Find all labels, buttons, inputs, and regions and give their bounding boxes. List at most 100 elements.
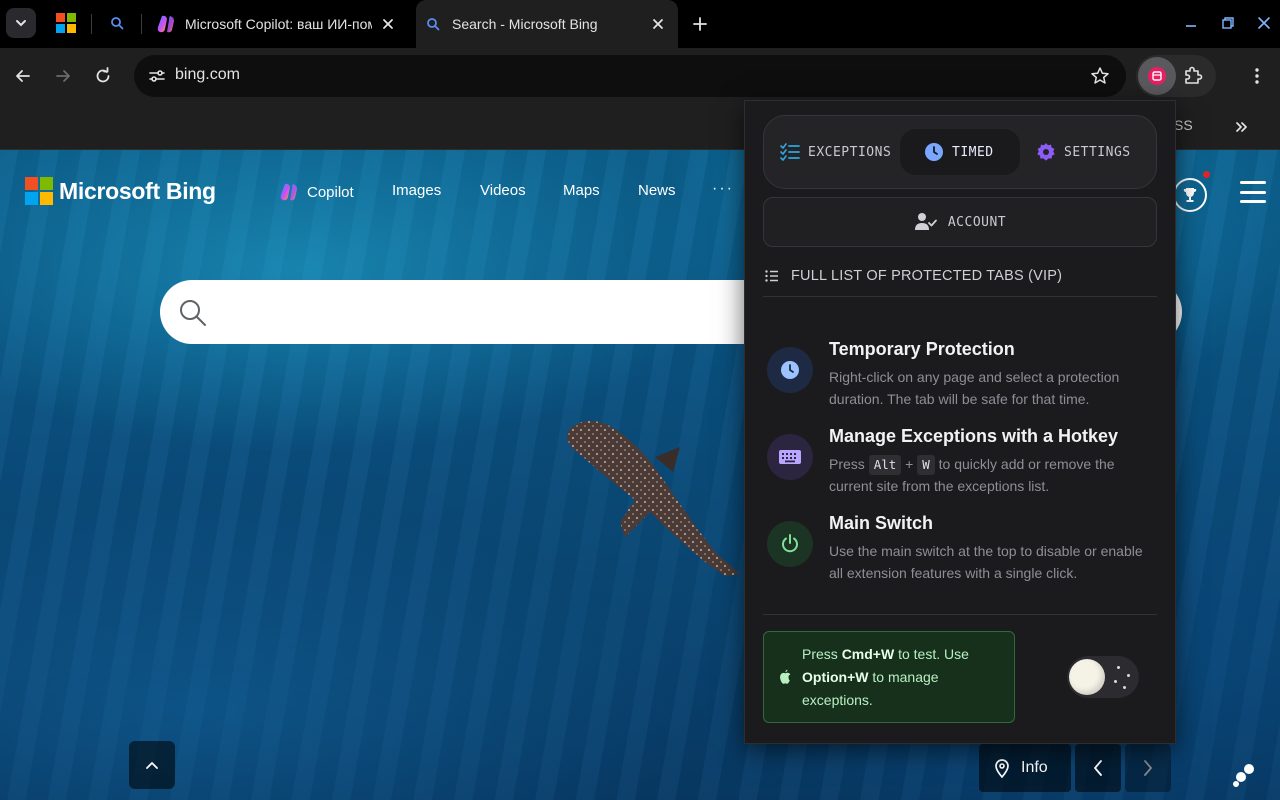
tab-bing[interactable]: Search - Microsoft Bing	[416, 0, 678, 48]
reload-button[interactable]	[88, 61, 118, 91]
theme-toggle[interactable]	[1067, 656, 1139, 698]
bookmark-item[interactable]: SS	[1174, 117, 1193, 133]
browser-toolbar: bing.com	[0, 48, 1280, 104]
feature-main-switch: Main Switch Use the main switch at the t…	[767, 513, 1159, 583]
nav-maps[interactable]: Maps	[563, 182, 600, 199]
apple-icon	[780, 669, 791, 684]
bookmarks-overflow-button[interactable]	[1228, 114, 1254, 140]
feature-title: Main Switch	[829, 513, 934, 533]
nav-images[interactable]: Images	[392, 182, 441, 199]
checklist-icon	[780, 143, 800, 161]
feature-description: Use the main switch at the top to disabl…	[829, 543, 1143, 581]
double-chevron-right-icon	[1236, 122, 1247, 132]
tab-timed[interactable]: TIMED	[900, 129, 1020, 175]
address-bar[interactable]: bing.com	[134, 55, 1126, 97]
next-image-button[interactable]	[1125, 744, 1171, 792]
full-list-label: FULL LIST OF PROTECTED TABS (VIP)	[791, 268, 1063, 284]
tab-title: Search - Microsoft Bing	[452, 16, 598, 32]
search-icon	[111, 17, 124, 30]
keyboard-icon	[779, 450, 801, 464]
feedback-icon[interactable]	[1232, 762, 1258, 788]
browser-window: Microsoft Copilot: ваш ИИ-помощник Searc…	[0, 0, 1280, 800]
puzzle-icon	[1185, 66, 1203, 84]
url-text: bing.com	[175, 66, 240, 83]
new-tab-button[interactable]	[686, 10, 714, 38]
feature-icon-badge	[767, 521, 813, 567]
microsoft-logo-icon	[25, 177, 53, 205]
close-icon	[653, 19, 663, 29]
tab-separator	[141, 14, 142, 34]
search-icon	[180, 300, 206, 326]
hotkey-tip-box: Press Cmd+W to test. Use Option+W to man…	[763, 631, 1015, 723]
arrow-right-icon	[56, 70, 70, 82]
star-dot	[1127, 674, 1130, 677]
tab-search-button[interactable]	[6, 8, 36, 38]
power-icon	[782, 534, 798, 553]
tab-close-button[interactable]	[648, 14, 668, 34]
nav-more[interactable]: ···	[712, 180, 734, 198]
restore-button[interactable]	[1215, 10, 1241, 36]
feature-temporary-protection: Temporary Protection Right-click on any …	[767, 339, 1159, 409]
nav-news[interactable]: News	[638, 182, 676, 199]
feature-title: Temporary Protection	[829, 339, 1015, 359]
notification-dot	[1203, 171, 1210, 178]
tip-text-part: Press	[802, 646, 842, 662]
bing-logo[interactable]: Microsoft Bing	[25, 175, 216, 207]
bing-logo-text: Microsoft Bing	[59, 177, 216, 204]
feature-icon-badge	[767, 434, 813, 480]
nav-videos[interactable]: Videos	[480, 182, 526, 199]
close-window-button[interactable]	[1251, 10, 1277, 36]
user-check-icon	[914, 213, 937, 230]
back-button[interactable]	[8, 61, 38, 91]
extensions-group	[1136, 55, 1216, 97]
chevron-up-icon	[146, 762, 158, 769]
forward-button[interactable]	[48, 61, 78, 91]
nav-copilot-label: Copilot	[307, 183, 354, 201]
browser-menu-button[interactable]	[1245, 64, 1269, 88]
account-label: ACCOUNT	[947, 214, 1007, 230]
hamburger-line	[1240, 190, 1266, 194]
tip-text-part: to test. Use	[894, 646, 969, 662]
info-label: Info	[1021, 759, 1048, 776]
bing-menu-button[interactable]	[1240, 181, 1266, 203]
full-list-link[interactable]: FULL LIST OF PROTECTED TABS (VIP)	[765, 265, 1062, 287]
hamburger-line	[1240, 181, 1266, 184]
clock-icon	[925, 143, 943, 161]
pinned-tab-bing[interactable]	[99, 8, 135, 38]
extension-tab-protector-button[interactable]	[1138, 57, 1176, 95]
site-info-button[interactable]	[142, 61, 172, 91]
previous-image-button[interactable]	[1075, 744, 1121, 792]
copilot-icon	[157, 15, 174, 33]
scroll-up-button[interactable]	[129, 741, 175, 789]
copilot-icon	[280, 183, 297, 201]
account-button[interactable]: ACCOUNT	[763, 197, 1157, 247]
bookmark-star-button[interactable]	[1088, 64, 1112, 88]
tab-exceptions[interactable]: EXCEPTIONS	[778, 129, 893, 175]
rewards-button[interactable]	[1173, 178, 1207, 212]
star-dot	[1114, 680, 1117, 683]
hamburger-line	[1240, 200, 1266, 203]
image-info-button[interactable]: Info	[979, 744, 1071, 792]
pinned-tab-microsoft[interactable]	[48, 8, 84, 38]
popup-tab-bar: EXCEPTIONS TIMED SETTINGS	[763, 115, 1157, 189]
restore-icon	[1222, 17, 1234, 29]
key-w: W	[917, 455, 935, 475]
extension-popup: EXCEPTIONS TIMED SETTINGS ACCOUNT FULL L…	[744, 100, 1176, 744]
nav-copilot[interactable]: Copilot	[279, 182, 354, 202]
tab-copilot[interactable]: Microsoft Copilot: ваш ИИ-помощник	[146, 6, 408, 42]
minimize-button[interactable]	[1178, 10, 1204, 36]
feature-title: Manage Exceptions with a Hotkey	[829, 426, 1119, 446]
feature-hotkey: Manage Exceptions with a Hotkey Press Al…	[767, 426, 1159, 496]
chevron-right-icon	[1144, 760, 1152, 776]
extensions-menu-button[interactable]	[1180, 63, 1206, 89]
tune-icon	[149, 70, 165, 82]
whale-shark-image	[567, 420, 740, 576]
tab-title: Microsoft Copilot: ваш ИИ-помощник	[185, 16, 372, 32]
tab-close-button[interactable]	[378, 14, 398, 34]
tab-exceptions-label: EXCEPTIONS	[808, 144, 892, 160]
microsoft-logo-icon	[56, 13, 76, 33]
tab-strip: Microsoft Copilot: ваш ИИ-помощник Searc…	[0, 0, 1280, 48]
minimize-icon	[1186, 25, 1196, 27]
key-alt: Alt	[868, 455, 902, 475]
tab-settings[interactable]: SETTINGS	[1036, 129, 1131, 175]
